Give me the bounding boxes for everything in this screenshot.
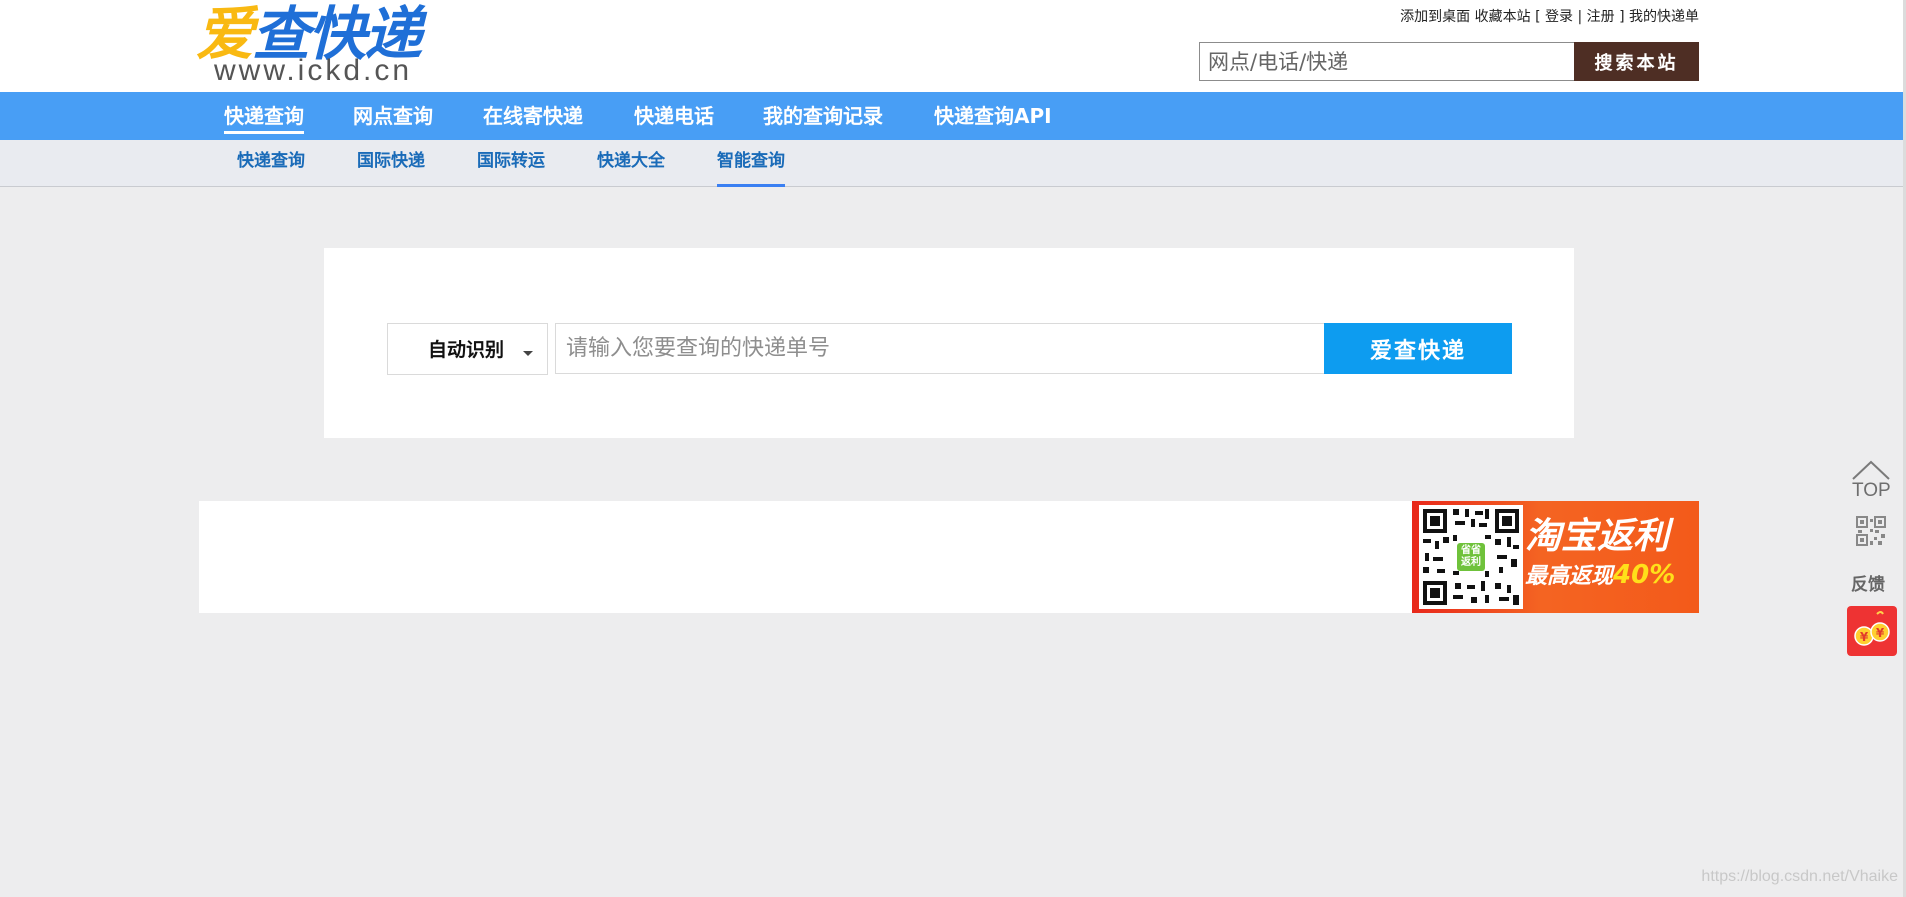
- banner-area: 省省返利 淘宝返利 最高返现40%: [199, 501, 1699, 613]
- sub-nav-international[interactable]: 国际快递: [357, 140, 425, 187]
- tracking-number-input[interactable]: [555, 323, 1325, 374]
- sub-nav: 快递查询 国际快递 国际转运 快递大全 智能查询: [0, 140, 1903, 187]
- main-nav-outlets[interactable]: 网点查询: [353, 92, 433, 140]
- red-packet-coins-icon: ¥ ¥: [1854, 611, 1890, 646]
- sub-nav-forwarding[interactable]: 国际转运: [477, 140, 545, 187]
- ad-subtitle-prefix: 最高返现: [1525, 564, 1614, 589]
- main-nav-history[interactable]: 我的查询记录: [763, 92, 883, 140]
- main-nav: 快递查询 网点查询 在线寄快递 快递电话 我的查询记录 快递查询API: [0, 92, 1903, 140]
- back-to-top-button[interactable]: TOP: [1845, 455, 1897, 505]
- site-header: 爱查快递 www.ickd.cn 添加到桌面 收藏本站 [ 登录 | 注册 ] …: [0, 0, 1906, 92]
- qr-code-icon: [1856, 516, 1886, 546]
- source-watermark: https://blog.csdn.net/Vhaike: [1701, 868, 1898, 885]
- chevron-up-icon: [1852, 460, 1890, 480]
- tracking-query-panel: 自动识别 爱查快递: [324, 248, 1574, 438]
- sub-nav-smart-query[interactable]: 智能查询: [717, 140, 785, 187]
- back-to-top-label: TOP: [1852, 480, 1891, 501]
- site-search: 搜索本站: [1199, 42, 1699, 81]
- feedback-button[interactable]: 反馈: [1851, 570, 1885, 595]
- red-packet-button[interactable]: ¥ ¥: [1847, 606, 1897, 656]
- site-logo[interactable]: 爱查快递 www.ickd.cn: [196, 2, 446, 88]
- bracket-close: ]: [1619, 9, 1625, 25]
- register-link[interactable]: 注册: [1587, 9, 1615, 25]
- my-orders-link[interactable]: 我的快递单: [1629, 9, 1699, 25]
- bracket-open: [: [1535, 9, 1541, 25]
- sub-nav-directory[interactable]: 快递大全: [597, 140, 665, 187]
- track-submit-button[interactable]: 爱查快递: [1324, 323, 1512, 374]
- float-toolbar: TOP 反馈 ¥ ¥: [1845, 455, 1897, 656]
- svg-text:¥: ¥: [1876, 626, 1885, 640]
- carrier-select-value: 自动识别: [428, 339, 505, 361]
- caret-down-icon: [523, 351, 533, 356]
- carrier-select[interactable]: 自动识别: [387, 323, 548, 375]
- login-link[interactable]: 登录: [1545, 9, 1573, 25]
- add-to-desktop-link[interactable]: 添加到桌面: [1400, 9, 1470, 25]
- ad-subtitle-percent: 40%: [1613, 560, 1676, 590]
- ad-subtitle: 最高返现40%: [1525, 561, 1675, 591]
- ad-title: 淘宝返利: [1525, 516, 1670, 557]
- logo-url: www.ickd.cn: [214, 54, 413, 87]
- bookmark-link[interactable]: 收藏本站: [1475, 9, 1531, 25]
- main-nav-phones[interactable]: 快递电话: [634, 92, 714, 140]
- sub-nav-tracking[interactable]: 快递查询: [237, 140, 305, 187]
- qr-code-button[interactable]: [1855, 515, 1887, 547]
- site-search-button[interactable]: 搜索本站: [1574, 42, 1699, 81]
- svg-text:¥: ¥: [1860, 630, 1869, 644]
- ad-qr-center-text: 省省返利: [1461, 545, 1481, 568]
- ad-qr-code: 省省返利: [1419, 505, 1523, 609]
- main-nav-tracking[interactable]: 快递查询: [224, 92, 304, 140]
- main-nav-api[interactable]: 快递查询API: [934, 92, 1052, 140]
- site-search-input[interactable]: [1199, 42, 1574, 81]
- taobao-rebate-ad[interactable]: 省省返利 淘宝返利 最高返现40%: [1412, 501, 1699, 613]
- top-links: 添加到桌面 收藏本站 [ 登录 | 注册 ] 我的快递单: [1400, 6, 1699, 26]
- main-nav-send-online[interactable]: 在线寄快递: [483, 92, 583, 140]
- link-divider: |: [1577, 9, 1583, 25]
